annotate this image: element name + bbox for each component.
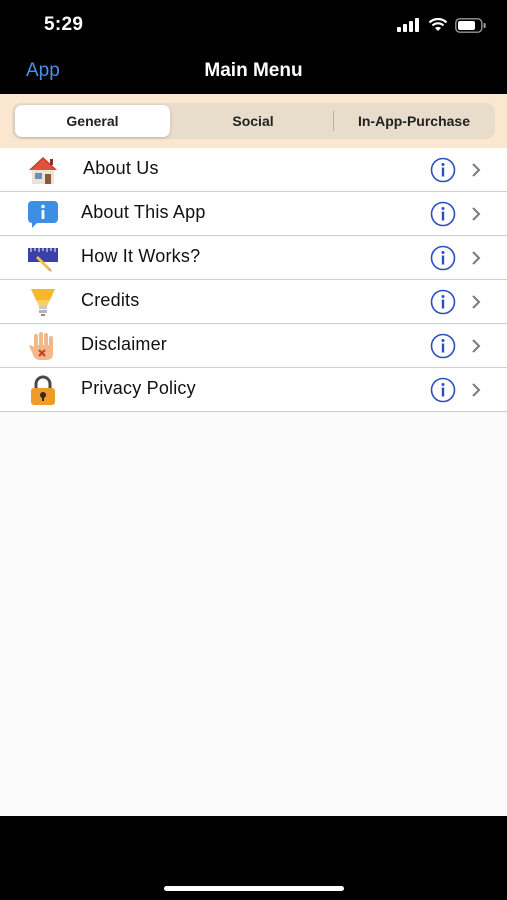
list-item-label: Disclaimer [81, 334, 168, 354]
menu-list: About Us About This App How It Works? Cr… [0, 148, 507, 816]
house-icon [29, 157, 57, 184]
info-icon[interactable] [430, 377, 456, 403]
pencil-ruler-icon [28, 248, 58, 272]
wifi-icon [428, 18, 448, 31]
cellular-signal-icon [397, 18, 419, 32]
lightbulb-icon [31, 289, 55, 316]
chevron-right-icon [472, 339, 481, 353]
info-icon[interactable] [430, 157, 456, 183]
tab-in-app-purchase[interactable]: In-App-Purchase [335, 105, 493, 137]
segment-bar: General Social In-App-Purchase [0, 94, 507, 148]
segment-divider [333, 111, 334, 131]
list-item-label: How It Works? [81, 246, 201, 266]
chevron-right-icon [472, 207, 481, 221]
list-item-disclaimer[interactable]: Disclaimer [0, 324, 507, 368]
page-title: Main Menu [204, 60, 303, 81]
chevron-right-icon [472, 163, 481, 177]
list-item-label: Credits [81, 290, 140, 310]
list-item-credits[interactable]: Credits [0, 280, 507, 324]
tab-general[interactable]: General [15, 105, 170, 137]
tab-social[interactable]: Social [175, 105, 331, 137]
list-item-about-this-app[interactable]: About This App [0, 192, 507, 236]
status-icons [397, 16, 487, 34]
list-item-label: About This App [81, 202, 206, 222]
status-time: 5:29 [44, 14, 84, 35]
home-indicator[interactable] [164, 886, 344, 891]
status-bar: 5:29 [0, 0, 507, 50]
navigation-bar: App Main Menu [0, 50, 507, 94]
battery-icon [455, 17, 486, 33]
info-icon[interactable] [430, 201, 456, 227]
info-icon[interactable] [430, 245, 456, 271]
info-icon[interactable] [430, 289, 456, 315]
chevron-right-icon [472, 383, 481, 397]
list-item-how-it-works[interactable]: How It Works? [0, 236, 507, 280]
hand-stop-icon [29, 332, 53, 360]
list-item-label: About Us [83, 158, 159, 178]
padlock-icon [31, 375, 55, 405]
info-chat-icon [28, 201, 58, 228]
info-icon[interactable] [430, 333, 456, 359]
list-item-privacy-policy[interactable]: Privacy Policy [0, 368, 507, 412]
list-item-label: Privacy Policy [81, 378, 196, 398]
chevron-right-icon [472, 295, 481, 309]
chevron-right-icon [472, 251, 481, 265]
segmented-control: General Social In-App-Purchase [12, 103, 495, 139]
list-item-about-us[interactable]: About Us [0, 148, 507, 192]
